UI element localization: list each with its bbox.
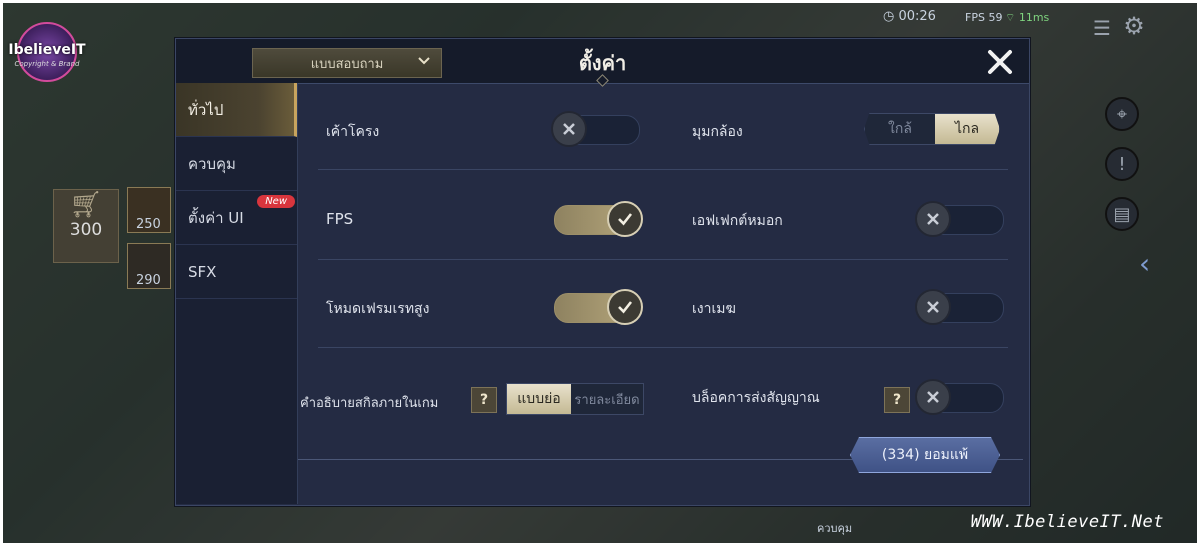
menu-list-icon[interactable]: ☰ bbox=[1087, 13, 1117, 43]
row-divider bbox=[318, 347, 1008, 348]
sidebar-item-sfx[interactable]: SFX bbox=[176, 245, 297, 299]
cloud-shadow-label: เงาเมฆ bbox=[692, 301, 736, 317]
x-icon bbox=[915, 289, 951, 325]
ping-readout: ⌔ 11ms bbox=[1005, 11, 1050, 24]
new-badge: New bbox=[257, 195, 295, 208]
sidebar-item-ui-settings[interactable]: ตั้งค่า UI New bbox=[176, 191, 297, 245]
item-slot-2[interactable]: 290 bbox=[127, 243, 171, 289]
skill-detail-option[interactable]: รายละเอียด bbox=[571, 384, 643, 414]
block-signal-label: บล็อคการส่งสัญญาณ bbox=[692, 390, 820, 406]
cart-icon: 🛒︎ bbox=[69, 190, 103, 220]
fps-label: FPS bbox=[326, 210, 354, 228]
settings-gear-icon[interactable]: ⚙ bbox=[1119, 11, 1149, 41]
skill-description-label: คำอธิบายสกิลภายในเกม bbox=[300, 396, 439, 411]
chat-icon[interactable]: ▤ bbox=[1105, 197, 1139, 231]
bottom-control-label: ควบคุม bbox=[817, 522, 853, 535]
settings-content: เค้าโครง มุมกล้อง ใกล้ ไกล FPS เอฟเฟกต์ห… bbox=[298, 83, 1029, 504]
camera-label: มุมกล้อง bbox=[692, 124, 743, 140]
alert-icon[interactable]: ! bbox=[1105, 147, 1139, 181]
close-icon[interactable] bbox=[985, 47, 1015, 77]
high-framerate-label: โหมดเฟรมเรทสูง bbox=[326, 301, 430, 317]
collapse-arrow-icon[interactable]: ‹ bbox=[1139, 247, 1150, 280]
skill-brief-option[interactable]: แบบย่อ bbox=[507, 384, 571, 414]
fps-toggle[interactable] bbox=[554, 201, 643, 237]
skill-description-help-button[interactable]: ? bbox=[471, 387, 497, 413]
item-slot-1[interactable]: 250 bbox=[127, 187, 171, 233]
shop-cart[interactable]: 🛒︎ 300 bbox=[53, 189, 119, 263]
check-icon bbox=[607, 201, 643, 237]
x-icon bbox=[915, 379, 951, 415]
camera-selector[interactable]: ใกล้ ไกล bbox=[864, 113, 1000, 145]
outline-label: เค้าโครง bbox=[326, 124, 380, 140]
settings-sidebar: ทั่วไป ควบคุม ตั้งค่า UI New SFX bbox=[176, 83, 298, 504]
row-divider bbox=[318, 259, 1008, 260]
map-icon[interactable]: ⌖ bbox=[1105, 97, 1139, 131]
site-watermark: WWW.IbelieveIT.Net bbox=[970, 512, 1164, 532]
fps-readout: FPS 59 bbox=[965, 11, 1003, 24]
fog-effect-toggle[interactable] bbox=[915, 201, 1004, 237]
x-icon bbox=[551, 111, 587, 147]
row-divider bbox=[318, 169, 1008, 170]
camera-far-option[interactable]: ไกล bbox=[935, 114, 999, 144]
camera-near-option[interactable]: ใกล้ bbox=[865, 114, 935, 144]
dialog-header: แบบสอบถาม ตั้งค่า bbox=[176, 39, 1029, 87]
block-signal-toggle[interactable] bbox=[915, 379, 1004, 415]
fog-effect-label: เอฟเฟกต์หมอก bbox=[692, 213, 783, 229]
check-icon bbox=[607, 289, 643, 325]
brand-logo: IbelieveIT Copyright & Brand bbox=[6, 22, 88, 96]
high-framerate-toggle[interactable] bbox=[554, 289, 643, 325]
match-timer: ◷ 00:26 bbox=[883, 9, 936, 24]
outline-toggle[interactable] bbox=[551, 111, 640, 147]
surrender-button[interactable]: (334) ยอมแพ้ bbox=[850, 437, 1000, 473]
skill-description-selector[interactable]: แบบย่อ รายละเอียด bbox=[506, 383, 644, 415]
block-signal-help-button[interactable]: ? bbox=[884, 387, 910, 413]
sidebar-item-general[interactable]: ทั่วไป bbox=[176, 83, 297, 137]
cloud-shadow-toggle[interactable] bbox=[915, 289, 1004, 325]
sidebar-item-controls[interactable]: ควบคุม bbox=[176, 137, 297, 191]
settings-dialog: แบบสอบถาม ตั้งค่า ทั่วไป ควบคุม ตั้งค่า … bbox=[175, 38, 1030, 506]
x-icon bbox=[915, 201, 951, 237]
